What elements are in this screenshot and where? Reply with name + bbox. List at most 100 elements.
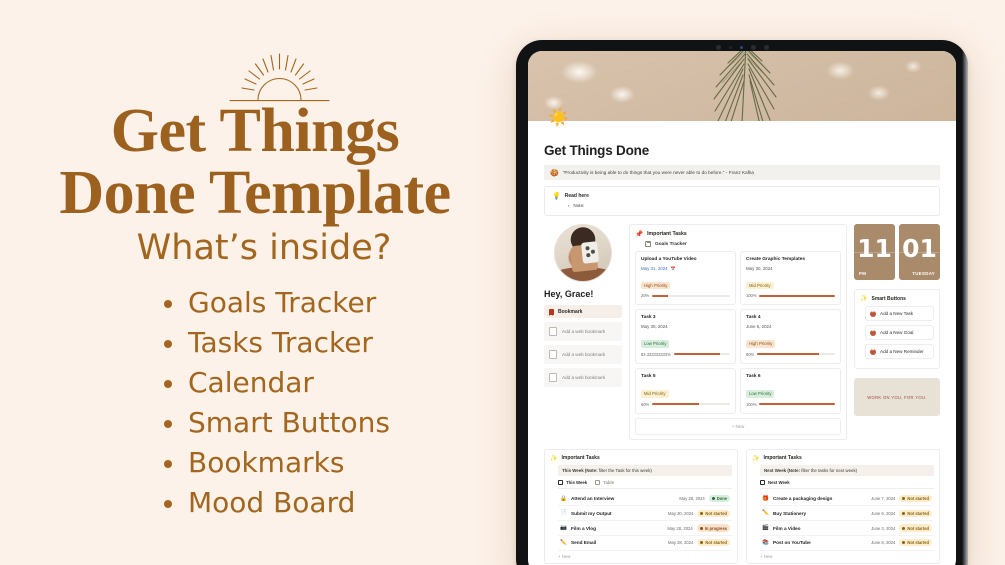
add-new-reminder-button[interactable]: Add a New Reminder: [865, 344, 934, 359]
status-dot-icon: [902, 541, 906, 545]
task-row[interactable]: 📄 Submit my Output May 30, 2024 Not star…: [558, 506, 732, 522]
read-here-label: Read here: [564, 193, 589, 199]
task-name: Create Graphic Templates: [746, 257, 806, 262]
task-progress: 100%: [746, 402, 835, 407]
priority-badge: Mid Priority: [641, 389, 669, 398]
task-name: Send Email: [571, 540, 597, 546]
read-here-callout[interactable]: 💡 Read here Note:: [544, 186, 940, 216]
task-card[interactable]: Task 5 Mid Priority 60%: [635, 367, 736, 414]
smart-buttons-header: ✨ Smart Buttons: [860, 295, 934, 303]
status-label: Not started: [907, 540, 929, 546]
clock-meridiem: PM: [859, 271, 867, 276]
progress-percent: 20%: [641, 293, 650, 299]
plus-circle-icon: [870, 328, 876, 336]
progress-bar: [759, 403, 835, 406]
progress-percent: 100%: [746, 293, 757, 299]
task-row[interactable]: ✏️ Buy Stationery June 6, 2024 Not start…: [760, 506, 934, 522]
tab-table[interactable]: Table: [595, 479, 615, 485]
task-date: June 5, 2024: [746, 324, 835, 329]
bookmark-add-item[interactable]: Add a web bookmark: [544, 322, 622, 341]
task-name: Attend an Interview: [571, 496, 615, 502]
add-new-goal-button[interactable]: Add a New Goal: [865, 325, 934, 340]
add-new-task-label: Add a New Task: [880, 311, 914, 316]
tab-next-week[interactable]: Next Week: [760, 479, 790, 485]
promo-graphic: Get Things Done Template What’s inside? …: [0, 0, 1005, 565]
task-name: Upload a YouTube Video: [641, 257, 697, 262]
next-week-note: Next Week (Note: filter the tasks for ne…: [760, 464, 934, 476]
lightbulb-icon: 💡: [552, 193, 561, 200]
plus-circle-icon: [870, 347, 876, 355]
task-row[interactable]: ✏️ Send Email May 28, 2024 Not started: [558, 536, 732, 551]
task-card[interactable]: Task 4 June 5, 2024 High Priority 80%: [740, 309, 841, 364]
camera-icon: [750, 44, 756, 50]
task-row[interactable]: 🎬 Film a Video June 3, 2024 Not started: [760, 521, 934, 536]
task-name: Task 5: [641, 373, 656, 379]
task-row[interactable]: 📚 Post on YouTube June 8, 2024 Not start…: [760, 536, 934, 551]
bookmark-add-label: Add a web bookmark: [562, 375, 606, 380]
task-row[interactable]: 🔒 Attend an Interview May 28, 2024 Done: [558, 492, 732, 507]
feature-item: Calendar: [160, 363, 520, 403]
feature-item: Tasks Tracker: [160, 323, 520, 363]
new-row-button[interactable]: + New: [558, 554, 732, 559]
status-label: Not started: [907, 496, 929, 502]
task-date-text: May 30, 2024: [746, 265, 773, 271]
progress-bar: [757, 353, 835, 356]
important-tasks-column: 📌 Important Tasks Goals Tracker Upload a…: [629, 224, 847, 440]
task-name: Post on YouTube: [773, 540, 811, 546]
task-progress: 80%: [746, 352, 835, 357]
tab-this-week[interactable]: This Week: [558, 479, 588, 485]
tablet-camera-row: [516, 44, 968, 50]
table-icon: [645, 241, 651, 247]
task-card[interactable]: Task 6 Low Priority 100%: [740, 367, 841, 414]
profile-column: Hey, Grace! Bookmark Add a web bookmark …: [544, 224, 622, 391]
bookmark-add-item[interactable]: Add a web bookmark: [544, 345, 622, 364]
feature-item: Goals Tracker: [160, 283, 520, 323]
table-icon: [760, 479, 765, 485]
feature-item: Bookmarks: [160, 443, 520, 483]
task-progress: 83.333333333%: [641, 352, 730, 357]
task-row[interactable]: 📷 Film a Vlog May 28, 2024 In progress: [558, 521, 732, 536]
task-card[interactable]: Create Graphic Templates May 30, 2024 Mi…: [740, 251, 841, 306]
task-progress: 20%: [641, 293, 730, 298]
status-dot-icon: [902, 497, 906, 501]
sensor-icon: [728, 45, 732, 49]
promo-panel: Get Things Done Template What’s inside? …: [0, 0, 515, 565]
priority-badge: Mid Priority: [746, 281, 774, 290]
bookmark-add-label: Add a web bookmark: [562, 352, 606, 357]
progress-bar: [652, 403, 730, 406]
tab-this-week-label: This Week: [566, 479, 588, 485]
task-date: May 28, 2024: [667, 525, 693, 531]
status-dot-icon: [700, 541, 704, 545]
this-week-note: This Week (Note: filter the Task for thi…: [558, 464, 732, 476]
task-date: June 7, 2024: [871, 496, 896, 502]
tab-table-label: Table: [603, 479, 615, 485]
clock-minute: 01: [902, 234, 937, 263]
task-progress: 60%: [641, 402, 730, 407]
status-dot-icon: [902, 511, 906, 515]
task-name: Task 3: [641, 315, 656, 321]
notion-page-body: Get Things Done 🍪 "Productivity is being…: [528, 121, 956, 565]
add-new-task-button[interactable]: Add a New Task: [865, 306, 934, 321]
goals-tracker-link[interactable]: Goals Tracker: [645, 241, 841, 247]
new-row-button[interactable]: + New: [760, 554, 934, 559]
sun-emoji-icon: ☀️: [548, 108, 570, 127]
task-card[interactable]: Task 3 May 30, 2024 Low Priority 83.3333…: [635, 309, 736, 364]
bookmark-add-item[interactable]: Add a web bookmark: [544, 368, 622, 387]
next-week-note-bold: Next Week (Note:: [764, 467, 801, 473]
task-card[interactable]: Upload a YouTube Video May 31, 2024 📅 Hi…: [635, 251, 736, 306]
tab-next-week-label: Next Week: [768, 479, 790, 485]
bookmark-section-header: Bookmark: [544, 305, 622, 318]
sparkles-icon: ✨: [860, 296, 868, 302]
goals-tracker-label: Goals Tracker: [655, 241, 687, 247]
table-icon: [595, 479, 601, 485]
clock-minute-box: 01 TUESDAY: [899, 224, 940, 280]
new-task-button[interactable]: + New: [635, 417, 841, 435]
this-week-note-bold: This Week (Note:: [562, 467, 598, 473]
task-progress: 100%: [746, 293, 835, 298]
task-date: June 8, 2024: [871, 540, 896, 546]
page-title: Get Things Done: [544, 143, 650, 158]
task-row[interactable]: 🎁 Create a packaging design June 7, 2024…: [760, 492, 934, 507]
task-date: June 3, 2024: [871, 525, 896, 531]
progress-percent: 83.333333333%: [641, 351, 671, 357]
task-date-text: May 31, 2024: [641, 265, 668, 271]
